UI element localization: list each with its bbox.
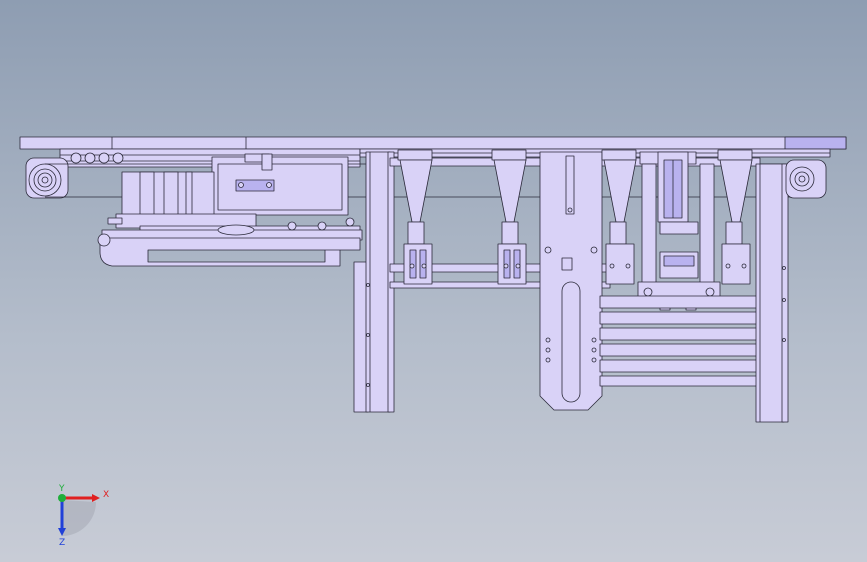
left-column (353, 151, 395, 413)
triad-shadow (62, 500, 96, 536)
right-pulley (785, 159, 827, 199)
lower-sub-plate (97, 233, 361, 267)
coordinate-triad: X Y Z (58, 484, 109, 548)
top-base-plate (19, 136, 847, 150)
cad-viewport[interactable]: X Y Z (0, 0, 867, 562)
y-axis-dot (58, 494, 66, 502)
x-axis-label: X (103, 490, 109, 500)
z-axis-label: Z (59, 538, 65, 548)
machine-assembly-drawing[interactable]: X Y Z (0, 0, 867, 562)
cylinder-bracket-3 (601, 149, 637, 285)
center-lift-plate (539, 151, 603, 411)
right-column (755, 163, 789, 423)
cylinder-bracket-4 (717, 149, 753, 285)
guide-plate-stack (599, 295, 761, 387)
lifter-module (637, 151, 721, 311)
y-axis-label: Y (58, 484, 65, 494)
gripper-carriage (211, 153, 349, 216)
x-axis-arrowhead (92, 494, 100, 502)
